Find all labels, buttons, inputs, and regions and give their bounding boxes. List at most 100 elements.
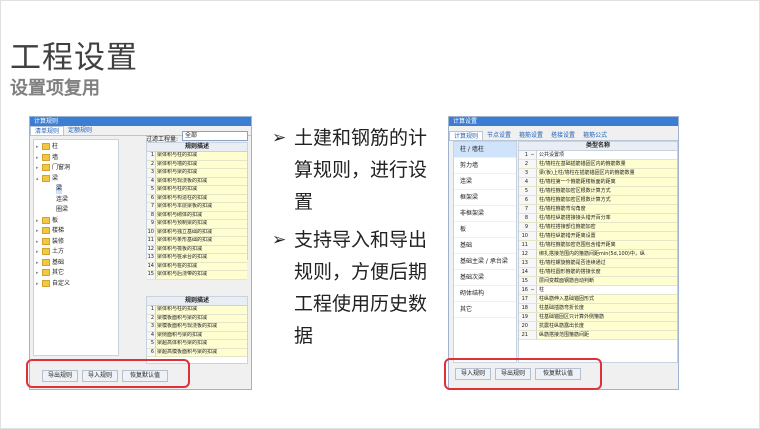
setting-name: 公共设置项 — [537, 151, 677, 159]
table-row[interactable]: 12 梁体积与筏板的扣减 — [147, 245, 247, 254]
component-list-item[interactable]: 柱 / 墙柱 — [454, 142, 516, 158]
table-row[interactable]: 6 柱/墙柱箍筋加密区根数计算方式 — [519, 196, 677, 205]
table-row[interactable]: 5 梁体积与柱的扣减 — [147, 186, 247, 195]
component-list-item[interactable]: 板 — [454, 222, 516, 238]
table-row[interactable]: 13 柱/墙柱螺旋箍筋是否连续通过 — [519, 259, 677, 268]
row-number: 11 — [519, 241, 529, 249]
table-row[interactable]: 13 梁体积与桩承台的扣减 — [147, 254, 247, 263]
component-list-item[interactable]: 框架梁 — [454, 190, 516, 206]
table-row[interactable]: 1 梁体积与柱的扣减 — [147, 306, 247, 315]
tree-item[interactable]: 圈梁 — [56, 205, 68, 215]
row-number: 2 — [147, 314, 156, 322]
group-row[interactable]: 1− 公共设置项 — [519, 151, 677, 160]
setting-name: 柱/墙柱箍筋加密区根数计算方式 — [537, 187, 677, 195]
component-list-item[interactable]: 连梁 — [454, 174, 516, 190]
row-gutter — [529, 259, 537, 267]
tab-node-settings[interactable]: 节点设置 — [483, 131, 515, 140]
table-row[interactable]: 5 梁超高体积与梁的扣减 — [147, 340, 247, 349]
table-row[interactable]: 8 梁体积与砌体的扣减 — [147, 211, 247, 220]
table-row[interactable]: 11 柱/墙柱箍筋加密范围包含错开距离 — [519, 241, 677, 250]
table-row[interactable]: 2 梁体积与墙的扣减 — [147, 160, 247, 169]
row-gutter — [529, 178, 537, 186]
table-row[interactable]: 14 柱/墙柱圆形箍筋的搭接长度 — [519, 268, 677, 277]
tab-stirrup-settings[interactable]: 箍筋设置 — [515, 131, 547, 140]
table-row[interactable]: 8 柱/墙柱纵筋搭接接头错开百分率 — [519, 214, 677, 223]
table-row[interactable]: 18 柱基础插筋弯折长度 — [519, 304, 677, 313]
row-number: 6 — [147, 348, 156, 356]
table-row[interactable]: 2 柱/墙柱在基础插筋锚固区内的箍筋数量 — [519, 160, 677, 169]
table-row[interactable]: 4 梁侧面积与梁的扣减 — [147, 331, 247, 340]
tab-bill-rules[interactable]: 清单规则 — [30, 126, 65, 135]
table-row[interactable]: 4 梁体积与现浇板的扣减 — [147, 177, 247, 186]
table-row[interactable]: 17 柱纵筋伸入基础锚固形式 — [519, 295, 677, 304]
rule-description: 梁体积与本层梁板的扣减 — [156, 203, 247, 211]
table-row[interactable]: 7 梁体积与本层梁板的扣减 — [147, 203, 247, 212]
table-row[interactable]: 9 柱/墙柱搭接部位箍筋加密 — [519, 223, 677, 232]
table-row[interactable]: 20 抗震柱纵筋露出长度 — [519, 322, 677, 331]
table-row[interactable]: 14 梁体积与桩的扣减 — [147, 262, 247, 271]
table-row[interactable]: 11 梁体积与条形基础的扣减 — [147, 237, 247, 246]
component-list-item[interactable]: 剪力墙 — [454, 158, 516, 174]
settings-table: 类型名称 1− 公共设置项 2 柱/墙柱在基础插筋锚固区内的箍筋数量 3 梁(板)上柱/墙… — [518, 141, 678, 363]
calc-rules-window: 计算规则 清单规则 定额规则 ▸ 柱 ▸ 墙 ▸ 门窗洞 ▴ 梁梁连梁 圈梁 ▸ 板 ▸ 楼梯 ▸ 装修 ▸ 土… — [29, 116, 252, 390]
table-row[interactable]: 4 柱/墙柱第一个箍筋距楼板面的距离 — [519, 178, 677, 187]
tree-item[interactable]: 连梁 — [56, 195, 68, 205]
table-row[interactable]: 10 柱/墙柱纵筋错开距离设置 — [519, 232, 677, 241]
row-number: 15 — [519, 277, 529, 285]
table-row[interactable]: 19 柱基础锚固区只计算外侧箍筋 — [519, 313, 677, 322]
tree-item[interactable]: ▸ 基础 — [36, 258, 64, 268]
table-row[interactable]: 10 梁体积与独立基础的扣减 — [147, 228, 247, 237]
table-row[interactable]: 15 层间变截面钢筋自动判断 — [519, 277, 677, 286]
table-row[interactable]: 9 梁体积与预制梁的扣减 — [147, 220, 247, 229]
table-row[interactable]: 3 梁(板)上柱/墙柱在插筋锚固区内的箍筋数量 — [519, 169, 677, 178]
table-row[interactable]: 15 梁体积与后浇带的扣减 — [147, 271, 247, 280]
tab-quota-rules[interactable]: 定额规则 — [64, 126, 96, 135]
tree-item[interactable]: ▸ 其它 — [36, 268, 64, 278]
rule-description: 梁体积与筏板的扣减 — [156, 245, 247, 253]
table-row[interactable]: 21 纵筋搭接范围箍筋间距 — [519, 331, 677, 340]
tab-lap-settings[interactable]: 搭接设置 — [547, 131, 579, 140]
tree-item[interactable]: ▸ 墙 — [36, 153, 58, 163]
table-row[interactable]: 1 梁体积与柱的扣减 — [147, 152, 247, 161]
tree-item[interactable]: ▸ 装修 — [36, 237, 64, 247]
tree-item[interactable]: ▸ 楼梯 — [36, 226, 64, 236]
collapse-icon[interactable]: − — [529, 286, 537, 294]
tree-item[interactable]: ▸ 土方 — [36, 247, 64, 257]
setting-name: 层间变截面钢筋自动判断 — [537, 277, 677, 285]
component-list-item[interactable]: 其它 — [454, 302, 516, 318]
row-number: 4 — [519, 178, 529, 186]
row-gutter — [529, 169, 537, 177]
tab-calc-rules[interactable]: 计算规则 — [449, 131, 484, 140]
folder-icon — [42, 279, 50, 287]
table-row[interactable]: 12 绑扎搭接范围内的箍筋间距min(5d,100)中，纵 — [519, 250, 677, 259]
row-gutter — [529, 277, 537, 285]
table-row[interactable]: 2 梁模板面积与梁的扣减 — [147, 314, 247, 323]
tree-item[interactable]: ▴ 梁 — [36, 174, 58, 184]
tree-item[interactable]: ▸ 板 — [36, 216, 58, 226]
tree-item[interactable]: 梁 — [56, 184, 63, 194]
table-row[interactable]: 6 梁体积与构造柱的扣减 — [147, 194, 247, 203]
row-number: 2 — [147, 160, 156, 168]
row-number: 7 — [519, 205, 529, 213]
component-list-item[interactable]: 基础 — [454, 238, 516, 254]
component-list-item[interactable]: 非框架梁 — [454, 206, 516, 222]
tree-item[interactable]: ▸ 自定义 — [36, 279, 70, 289]
row-number: 3 — [147, 169, 156, 177]
rule-description: 梁体积与桩承台的扣减 — [156, 254, 247, 262]
table-row[interactable]: 7 柱/墙柱箍筋弯勾角度 — [519, 205, 677, 214]
tab-stirrup-formula[interactable]: 箍筋公式 — [579, 131, 611, 140]
group-row[interactable]: 16− 柱 — [519, 286, 677, 295]
table-row[interactable]: 3 梁模板面积与现浇板的扣减 — [147, 323, 247, 332]
tree-item[interactable]: ▸ 门窗洞 — [36, 163, 70, 173]
table-row[interactable]: 3 梁体积与梁的扣减 — [147, 169, 247, 178]
table-row[interactable]: 6 梁超高模板面积与梁的扣减 — [147, 348, 247, 357]
table-row[interactable]: 5 柱/墙柱箍筋加密区根数计算方式 — [519, 187, 677, 196]
setting-name: 柱/墙柱箍筋弯勾角度 — [537, 205, 677, 213]
component-list-item[interactable]: 基础主梁 / 承台梁 — [454, 254, 516, 270]
component-list-item[interactable]: 砌体结构 — [454, 286, 516, 302]
collapse-icon[interactable]: − — [529, 151, 537, 159]
filter-select[interactable]: 全部 — [182, 131, 248, 141]
tree-item[interactable]: ▸ 柱 — [36, 142, 58, 152]
component-list-item[interactable]: 基础次梁 — [454, 270, 516, 286]
bullet-item: ➢ 支持导入和导出规则，方便后期工程使用历史数据 — [272, 224, 442, 352]
